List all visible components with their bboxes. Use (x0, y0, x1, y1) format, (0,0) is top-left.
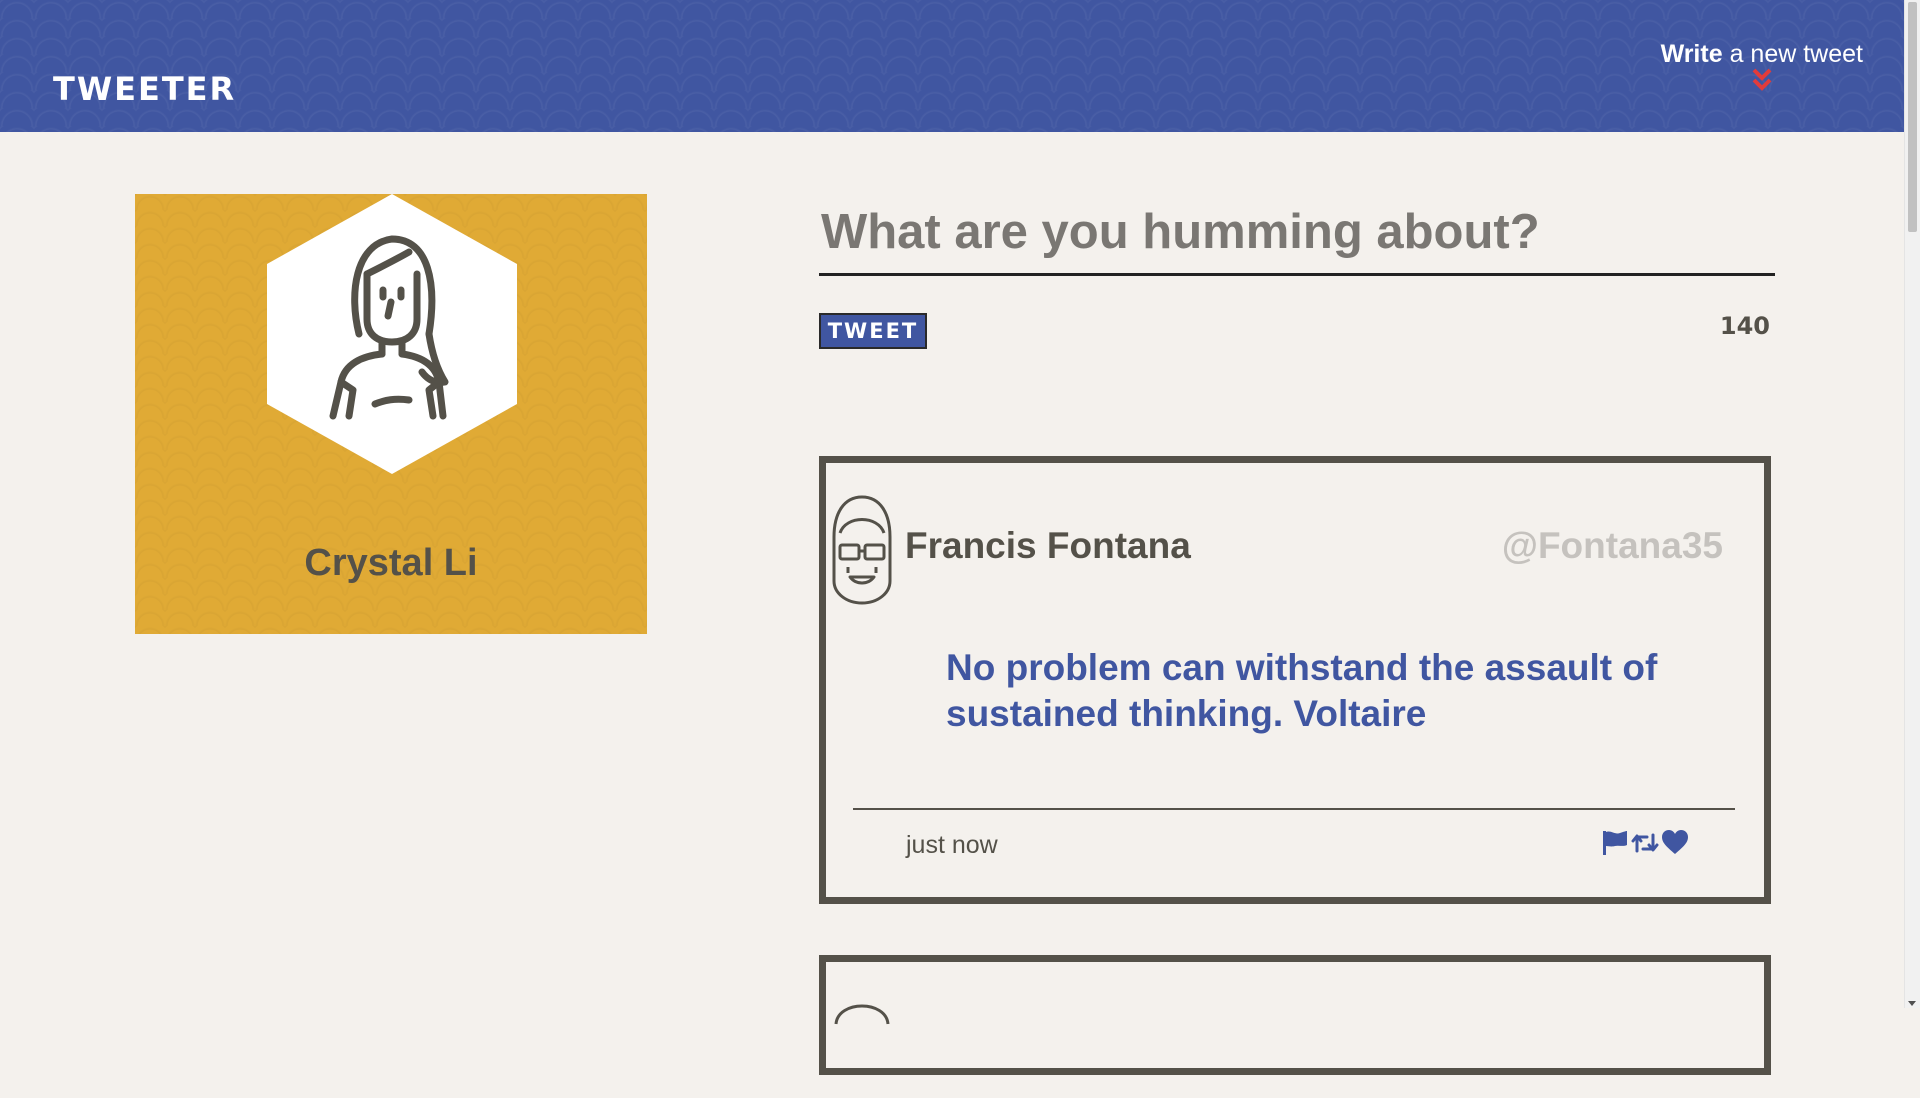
tweet-card: Francis Fontana @Fontana35 No problem ca… (819, 456, 1771, 904)
tweet-timestamp: just now (906, 831, 998, 859)
scroll-down-arrow-icon[interactable] (1908, 1001, 1916, 1006)
double-chevron-down-icon (1752, 68, 1772, 91)
tweet-author: Francis Fontana (905, 525, 1191, 566)
tweet-card (819, 955, 1771, 1075)
brand-logo: TWEETER (53, 70, 237, 108)
top-navbar: TWEETER Write a new tweet (0, 0, 1905, 132)
scrollbar-thumb[interactable] (1908, 2, 1917, 232)
character-counter: 140 (1719, 312, 1770, 340)
write-tweet-label: Write a new tweet (1660, 40, 1863, 68)
tweet-divider (853, 808, 1735, 810)
tweet-composer: TWEET 140 (819, 190, 1775, 349)
profile-card: Crystal Li (135, 194, 647, 634)
woman-avatar-icon (267, 194, 517, 474)
write-tweet-toggle[interactable]: Write a new tweet (1661, 40, 1863, 93)
retweet-icon[interactable] (1631, 829, 1659, 857)
tweet-actions (1601, 829, 1689, 857)
avatar-icon (834, 1004, 890, 1025)
tweet-handle: @Fontana35 (1501, 525, 1723, 566)
flag-icon[interactable] (1601, 829, 1629, 857)
man-avatar-icon (832, 495, 892, 605)
tweet-submit-button[interactable]: TWEET (819, 313, 927, 349)
heart-icon[interactable] (1661, 829, 1689, 857)
profile-name: Crystal Li (304, 542, 478, 584)
tweet-text: No problem can withstand the assault of … (946, 647, 1658, 734)
tweet-input[interactable] (819, 190, 1775, 276)
page-scrollbar[interactable] (1904, 0, 1920, 1008)
